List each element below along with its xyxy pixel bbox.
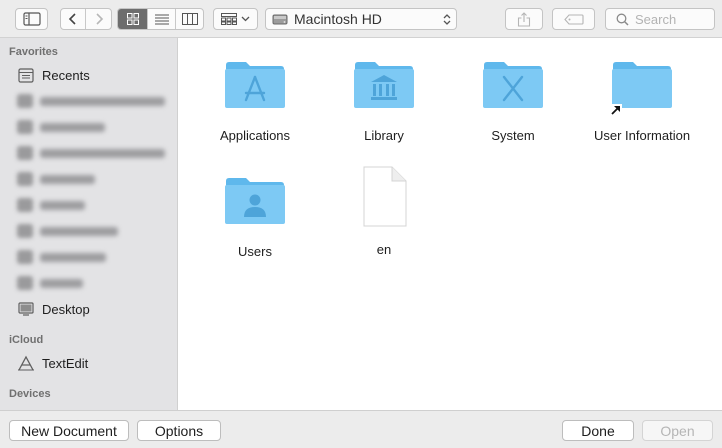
sidebar-item-obscured[interactable] xyxy=(17,172,95,186)
folder-library-icon xyxy=(354,62,414,108)
file-name: Library xyxy=(364,128,404,143)
sidebar-item-label: Recents xyxy=(42,67,90,83)
share-icon xyxy=(517,11,531,27)
sidebar-item-obscured[interactable] xyxy=(17,250,106,264)
obscured-icon xyxy=(17,172,33,186)
desktop-icon xyxy=(17,300,35,318)
folder-users-icon xyxy=(225,178,285,224)
location-popup[interactable]: Macintosh HD xyxy=(265,8,457,30)
sidebar-icon xyxy=(22,12,41,26)
arrange-button[interactable] xyxy=(213,8,258,30)
search-icon xyxy=(616,13,629,26)
sidebar-header-favorites: Favorites xyxy=(9,46,58,58)
file-item[interactable]: Applications xyxy=(191,52,319,143)
chevron-down-icon xyxy=(241,16,250,22)
open-button[interactable]: Open xyxy=(642,420,713,441)
hard-drive-icon xyxy=(272,14,288,25)
share-button[interactable] xyxy=(505,8,543,30)
file-name: Users xyxy=(238,244,272,259)
sidebar-item-desktop[interactable]: Desktop xyxy=(17,298,90,320)
arrange-grid-icon xyxy=(221,13,237,25)
tags-button[interactable] xyxy=(552,8,595,30)
icon-view-button[interactable] xyxy=(118,9,148,29)
file-item[interactable]: Users xyxy=(191,168,319,259)
sidebar-item-obscured[interactable] xyxy=(17,198,85,212)
file-name: System xyxy=(491,128,535,143)
location-label: Macintosh HD xyxy=(294,11,382,27)
obscured-icon xyxy=(17,276,33,290)
sidebar: Favorites Recents Desktop iCloud TextEdi… xyxy=(0,38,178,410)
obscured-label xyxy=(40,96,165,106)
dialog-bottom-bar: New Document Options Done Open xyxy=(0,410,722,448)
sidebar-item-label: Desktop xyxy=(42,301,90,317)
folder-alias-icon xyxy=(612,62,672,108)
file-browser: Applications Library System User Informa… xyxy=(178,38,722,410)
obscured-icon xyxy=(17,94,33,108)
obscured-label xyxy=(40,226,118,236)
sidebar-item-obscured[interactable] xyxy=(17,146,165,160)
folder-applications-icon xyxy=(225,62,285,108)
sidebar-toggle-button[interactable] xyxy=(15,8,48,30)
obscured-label xyxy=(40,278,83,288)
sidebar-item-obscured[interactable] xyxy=(17,120,105,134)
sidebar-item-label: TextEdit xyxy=(42,355,89,371)
search-field[interactable] xyxy=(605,8,715,30)
sidebar-item-textedit[interactable]: TextEdit xyxy=(17,352,88,374)
tag-icon xyxy=(563,13,584,25)
file-item[interactable]: en xyxy=(320,162,448,257)
obscured-label xyxy=(40,148,165,158)
sidebar-header-devices: Devices xyxy=(9,388,51,400)
sidebar-header-icloud: iCloud xyxy=(9,334,44,346)
forward-button[interactable] xyxy=(86,9,111,29)
back-button[interactable] xyxy=(61,9,86,29)
sidebar-item-obscured[interactable] xyxy=(17,276,83,290)
search-input[interactable] xyxy=(635,11,705,27)
new-document-button[interactable]: New Document xyxy=(9,420,129,441)
file-item[interactable]: Library xyxy=(320,52,448,143)
file-item[interactable]: System xyxy=(449,52,577,143)
navigation-buttons xyxy=(60,8,112,30)
column-view-button[interactable] xyxy=(176,9,203,29)
sidebar-item-obscured[interactable] xyxy=(17,94,165,108)
obscured-icon xyxy=(17,120,33,134)
columns-icon xyxy=(181,13,198,25)
file-item[interactable]: User Information xyxy=(578,52,706,143)
obscured-icon xyxy=(17,198,33,212)
file-name: User Information xyxy=(593,128,691,143)
alias-arrow-icon xyxy=(610,104,622,116)
chevron-left-icon xyxy=(68,13,76,25)
recents-icon xyxy=(17,66,35,84)
done-button[interactable]: Done xyxy=(562,420,634,441)
options-button[interactable]: Options xyxy=(137,420,221,441)
grid-icon xyxy=(126,13,139,25)
list-view-button[interactable] xyxy=(148,9,176,29)
obscured-icon xyxy=(17,250,33,264)
sidebar-item-recents[interactable]: Recents xyxy=(17,64,90,86)
sidebar-item-obscured[interactable] xyxy=(17,224,118,238)
toolbar: Macintosh HD xyxy=(0,0,722,38)
obscured-icon xyxy=(17,146,33,160)
obscured-label xyxy=(40,252,106,262)
textedit-icon xyxy=(17,354,35,372)
obscured-icon xyxy=(17,224,33,238)
view-mode-control xyxy=(117,8,204,30)
obscured-label xyxy=(40,174,95,184)
file-name: Applications xyxy=(219,128,291,143)
chevron-right-icon xyxy=(95,13,103,25)
document-icon xyxy=(363,166,407,227)
obscured-label xyxy=(40,122,105,132)
list-icon xyxy=(154,14,169,24)
folder-system-icon xyxy=(483,62,543,108)
updown-chevron-icon xyxy=(443,13,451,25)
obscured-label xyxy=(40,200,85,210)
file-name: en xyxy=(376,242,392,257)
